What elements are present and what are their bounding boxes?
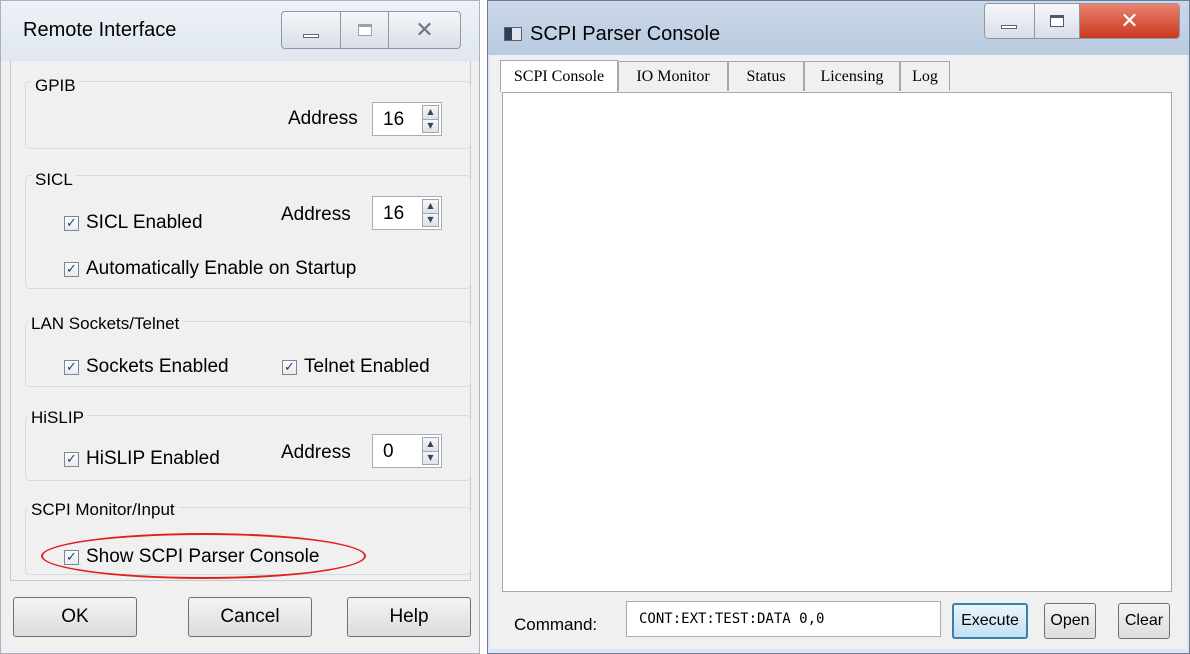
auto-enable-checkbox[interactable]: ✓ <box>64 262 79 277</box>
scpi-parser-console-window: SCPI Parser Console ✕ SCPI Console IO Mo… <box>487 0 1190 654</box>
maximize-button[interactable] <box>341 12 389 48</box>
minimize-icon <box>1001 25 1018 29</box>
sicl-enabled-label[interactable]: SICL Enabled <box>86 212 203 234</box>
command-bar: Command: CONT:EXT:TEST:DATA 0,0 Execute … <box>490 597 1187 649</box>
execute-button[interactable]: Execute <box>952 603 1028 639</box>
auto-enable-label[interactable]: Automatically Enable on Startup <box>86 258 356 280</box>
app-icon <box>504 27 522 41</box>
sicl-group: SICL ✓ SICL Enabled Address 16 ▲ ▼ ✓ Aut… <box>25 170 471 289</box>
gpib-group-label: GPIB <box>32 76 79 96</box>
help-button[interactable]: Help <box>347 597 471 637</box>
maximize-icon <box>1049 15 1064 27</box>
gpib-address-spinner[interactable]: 16 ▲ ▼ <box>372 102 442 136</box>
scpi-console-titlebar[interactable]: SCPI Parser Console ✕ <box>488 1 1189 55</box>
close-button[interactable]: ✕ <box>389 12 460 48</box>
highlight-annotation <box>41 533 366 579</box>
lan-group: LAN Sockets/Telnet ✓ Sockets Enabled ✓ T… <box>25 314 471 387</box>
sicl-address-value: 16 <box>383 203 405 224</box>
spin-up-icon[interactable]: ▲ <box>422 199 439 214</box>
window-title: SCPI Parser Console <box>530 23 721 45</box>
tab-licensing[interactable]: Licensing <box>804 61 900 91</box>
minimize-button[interactable] <box>282 12 342 48</box>
hislip-enabled-checkbox[interactable]: ✓ <box>64 452 79 467</box>
spinner-arrows: ▲ ▼ <box>422 437 439 465</box>
tab-scpi-console[interactable]: SCPI Console <box>500 60 618 92</box>
command-input[interactable]: CONT:EXT:TEST:DATA 0,0 <box>626 601 941 637</box>
remote-interface-window: Remote Interface ✕ GPIB Address 16 ▲ ▼ S <box>0 0 480 654</box>
command-label: Command: <box>514 615 598 634</box>
hislip-address-spinner[interactable]: 0 ▲ ▼ <box>372 434 442 468</box>
hislip-address-value: 0 <box>383 441 394 462</box>
caption-buttons: ✕ <box>984 3 1180 39</box>
sockets-enabled-checkbox[interactable]: ✓ <box>64 360 79 375</box>
sicl-address-label: Address <box>281 204 351 225</box>
ok-button[interactable]: OK <box>13 597 137 637</box>
maximize-button[interactable] <box>1035 4 1081 38</box>
spinner-arrows: ▲ ▼ <box>422 105 439 133</box>
sicl-address-spinner[interactable]: 16 ▲ ▼ <box>372 196 442 230</box>
cancel-button[interactable]: Cancel <box>188 597 312 637</box>
minimize-icon <box>303 34 320 38</box>
lan-group-label: LAN Sockets/Telnet <box>28 314 183 334</box>
remote-interface-titlebar[interactable]: Remote Interface ✕ <box>1 1 479 61</box>
hislip-address-label: Address <box>281 442 351 463</box>
telnet-enabled-checkbox[interactable]: ✓ <box>282 360 297 375</box>
spinner-arrows: ▲ ▼ <box>422 199 439 227</box>
spin-down-icon[interactable]: ▼ <box>422 213 439 227</box>
minimize-button[interactable] <box>985 4 1035 38</box>
console-output-area[interactable] <box>502 92 1172 592</box>
sicl-enabled-checkbox[interactable]: ✓ <box>64 216 79 231</box>
sockets-enabled-label[interactable]: Sockets Enabled <box>86 356 229 378</box>
gpib-address-value: 16 <box>383 109 405 130</box>
sicl-group-label: SICL <box>32 170 76 190</box>
spin-up-icon[interactable]: ▲ <box>422 437 439 452</box>
caption-buttons: ✕ <box>281 11 461 49</box>
spin-down-icon[interactable]: ▼ <box>422 119 439 133</box>
tab-status[interactable]: Status <box>728 61 804 91</box>
clear-button[interactable]: Clear <box>1118 603 1170 639</box>
telnet-enabled-label[interactable]: Telnet Enabled <box>304 356 430 378</box>
tab-log[interactable]: Log <box>900 61 950 91</box>
close-icon: ✕ <box>415 17 434 43</box>
hislip-group-label: HiSLIP <box>28 408 87 428</box>
spin-up-icon[interactable]: ▲ <box>422 105 439 120</box>
scpi-monitor-group-label: SCPI Monitor/Input <box>28 500 178 520</box>
maximize-icon <box>357 24 372 36</box>
open-button[interactable]: Open <box>1044 603 1096 639</box>
tab-io-monitor[interactable]: IO Monitor <box>618 61 728 91</box>
spin-down-icon[interactable]: ▼ <box>422 451 439 465</box>
hislip-enabled-label[interactable]: HiSLIP Enabled <box>86 448 220 470</box>
gpib-address-label: Address <box>288 108 358 129</box>
close-button[interactable]: ✕ <box>1080 4 1179 38</box>
hislip-group: HiSLIP ✓ HiSLIP Enabled Address 0 ▲ ▼ <box>25 408 471 481</box>
close-icon: ✕ <box>1120 8 1139 34</box>
gpib-group: GPIB Address 16 ▲ ▼ <box>25 76 471 149</box>
window-title: Remote Interface <box>23 19 177 41</box>
